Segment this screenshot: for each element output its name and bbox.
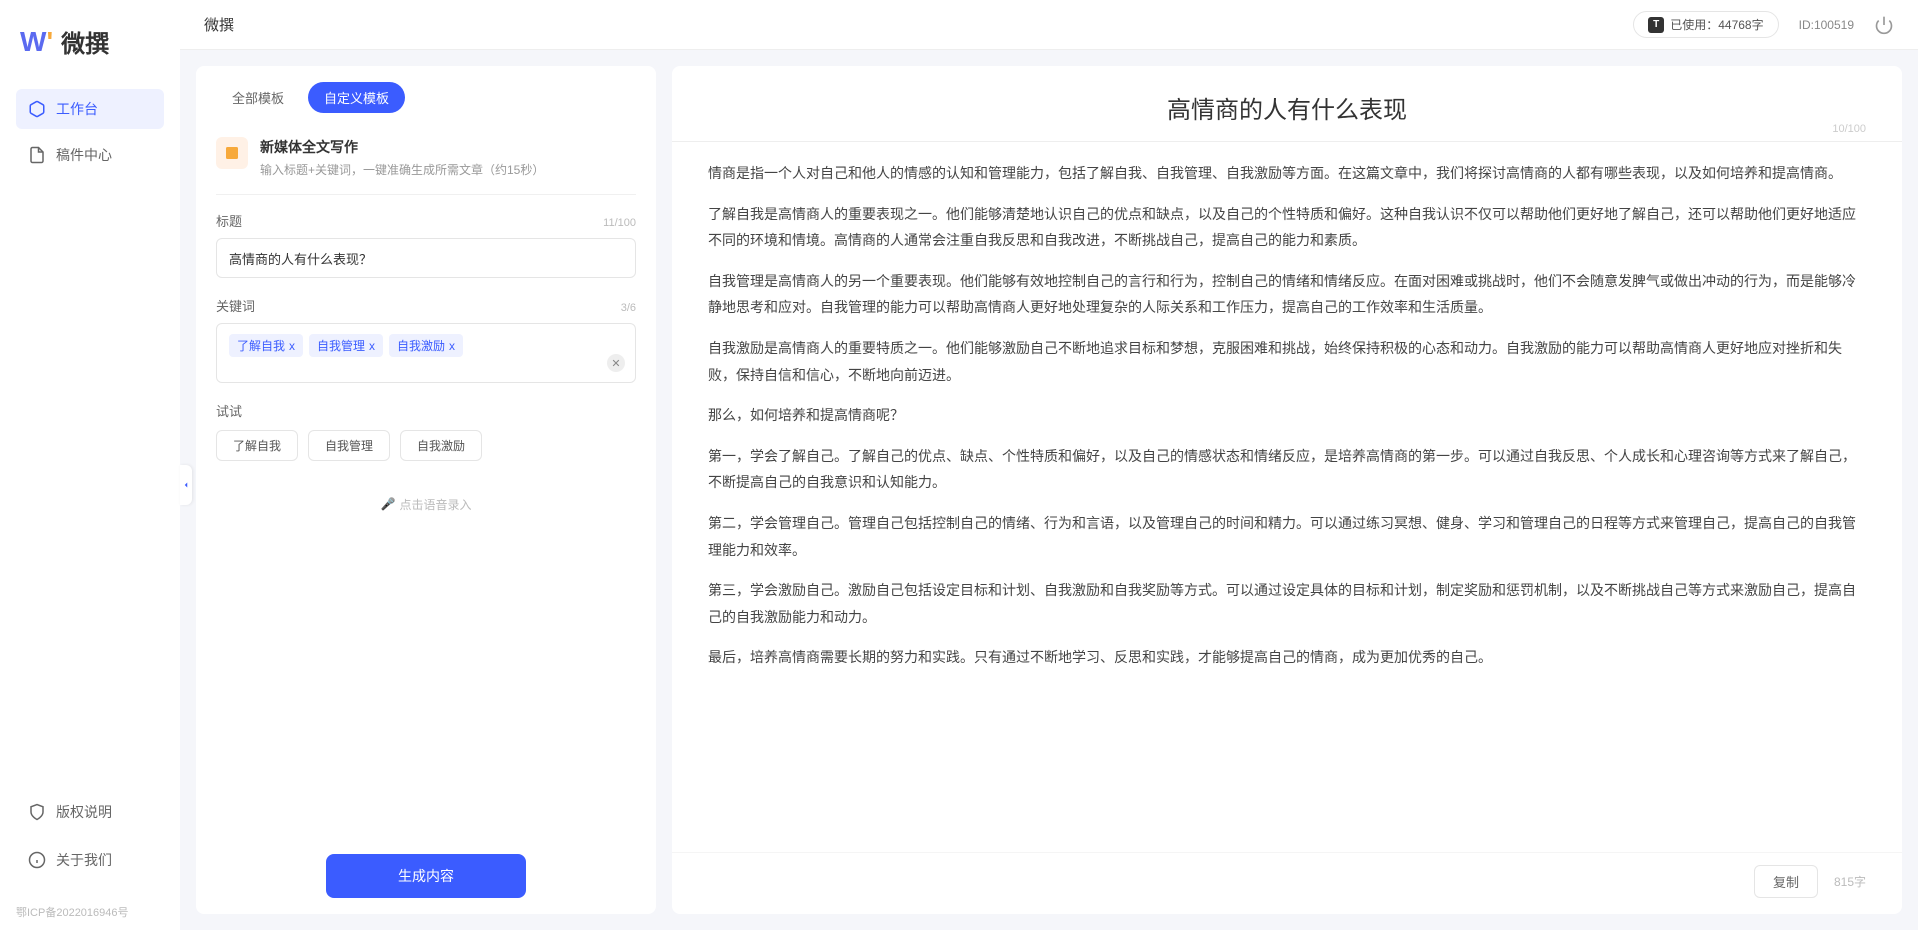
shield-icon (28, 803, 46, 821)
logo: W' 微撰 (0, 0, 180, 89)
template-desc: 输入标题+关键词，一键准确生成所需文章（约15秒） (260, 161, 544, 178)
template-tabs: 全部模板 自定义模板 (216, 82, 636, 113)
usage-text: 已使用：44768字 (1670, 16, 1763, 33)
keywords-input-box[interactable]: 了解自我 x 自我管理 x 自我激励 x ✕ (216, 323, 636, 383)
nav-label: 工作台 (56, 99, 98, 119)
output-paragraph: 第二，学会管理自己。管理自己包括控制自己的情绪、行为和言语，以及管理自己的时间和… (708, 510, 1866, 563)
input-panel: 全部模板 自定义模板 新媒体全文写作 输入标题+关键词，一键准确生成所需文章（约… (196, 66, 656, 914)
title-label: 标题 (216, 211, 242, 230)
content: 全部模板 自定义模板 新媒体全文写作 输入标题+关键词，一键准确生成所需文章（约… (180, 50, 1918, 930)
try-label: 试试 (216, 401, 636, 420)
output-paragraph: 第三，学会激励自己。激励自己包括设定目标和计划、自我激励和自我奖励等方式。可以通… (708, 577, 1866, 630)
nav-label: 版权说明 (56, 802, 112, 822)
copy-button[interactable]: 复制 (1754, 865, 1818, 898)
output-title-counter: 10/100 (1832, 123, 1866, 135)
output-body[interactable]: 情商是指一个人对自己和他人的情感的认知和管理能力，包括了解自我、自我管理、自我激… (672, 160, 1902, 852)
title-input[interactable] (216, 238, 636, 278)
nav-drafts[interactable]: 稿件中心 (16, 135, 164, 175)
tab-all-templates[interactable]: 全部模板 (216, 82, 300, 113)
sidebar-bottom: 版权说明 关于我们 (0, 776, 180, 904)
sidebar: W' 微撰 工作台 稿件中心 版权说明 (0, 0, 180, 930)
topbar-title: 微撰 (204, 14, 234, 35)
topbar: 微撰 T 已使用：44768字 ID:100519 (180, 0, 1918, 50)
voice-input-button[interactable]: 🎤 点击语音录入 (381, 496, 472, 513)
keywords-label: 关键词 (216, 296, 255, 315)
nav-label: 稿件中心 (56, 145, 112, 165)
keywords-field-group: 关键词 3/6 了解自我 x 自我管理 x 自我激励 x ✕ (216, 296, 636, 383)
keyword-tag[interactable]: 了解自我 x (229, 334, 303, 357)
output-paragraph: 自我激励是高情商人的重要特质之一。他们能够激励自己不断地追求目标和梦想，克服困难… (708, 335, 1866, 388)
output-title[interactable]: 高情商的人有什么表现 (708, 90, 1866, 125)
suggestions-group: 试试 了解自我自我管理自我激励 (216, 401, 636, 461)
title-field-group: 标题 11/100 (216, 211, 636, 278)
nav-label: 关于我们 (56, 850, 112, 870)
icp-text: 鄂ICP备2022016946号 (0, 904, 180, 930)
output-panel: 高情商的人有什么表现 10/100 情商是指一个人对自己和他人的情感的认知和管理… (672, 66, 1902, 914)
output-paragraph: 情商是指一个人对自己和他人的情感的认知和管理能力，包括了解自我、自我管理、自我激… (708, 160, 1866, 187)
main-nav: 工作台 稿件中心 (0, 89, 180, 776)
output-paragraph: 第一，学会了解自己。了解自己的优点、缺点、个性特质和偏好，以及自己的情感状态和情… (708, 443, 1866, 496)
power-icon[interactable] (1874, 15, 1894, 35)
template-icon (216, 137, 248, 169)
text-count-icon: T (1648, 17, 1664, 33)
nav-about[interactable]: 关于我们 (16, 840, 164, 880)
remove-tag-icon[interactable]: x (289, 339, 295, 353)
file-icon (28, 146, 46, 164)
clear-tags-button[interactable]: ✕ (607, 354, 625, 372)
suggestion-button[interactable]: 了解自我 (216, 430, 298, 461)
sidebar-collapse-handle[interactable] (180, 465, 192, 505)
remove-tag-icon[interactable]: x (449, 339, 455, 353)
user-id: ID:100519 (1799, 18, 1854, 32)
template-title: 新媒体全文写作 (260, 137, 544, 157)
logo-text: 微撰 (61, 24, 109, 59)
mic-icon: 🎤 (381, 497, 396, 511)
cube-icon (28, 100, 46, 118)
keyword-tag[interactable]: 自我管理 x (309, 334, 383, 357)
logo-mark-icon: W' (20, 26, 53, 58)
output-paragraph: 了解自我是高情商人的重要表现之一。他们能够清楚地认识自己的优点和缺点，以及自己的… (708, 201, 1866, 254)
nav-workbench[interactable]: 工作台 (16, 89, 164, 129)
nav-copyright[interactable]: 版权说明 (16, 792, 164, 832)
suggestion-button[interactable]: 自我管理 (308, 430, 390, 461)
keywords-counter: 3/6 (621, 302, 636, 314)
output-footer: 复制 815字 (672, 852, 1902, 898)
remove-tag-icon[interactable]: x (369, 339, 375, 353)
template-header: 新媒体全文写作 输入标题+关键词，一键准确生成所需文章（约15秒） (216, 129, 636, 195)
tab-custom-template[interactable]: 自定义模板 (308, 82, 405, 113)
suggestion-button[interactable]: 自我激励 (400, 430, 482, 461)
info-icon (28, 851, 46, 869)
char-count: 815字 (1834, 873, 1866, 890)
title-counter: 11/100 (603, 217, 636, 229)
output-paragraph: 自我管理是高情商人的另一个重要表现。他们能够有效地控制自己的言行和行为，控制自己… (708, 268, 1866, 321)
main: 微撰 T 已使用：44768字 ID:100519 全部模板 自定义模板 (180, 0, 1918, 930)
generate-button[interactable]: 生成内容 (326, 854, 526, 898)
keyword-tag[interactable]: 自我激励 x (389, 334, 463, 357)
output-paragraph: 那么，如何培养和提高情商呢？ (708, 402, 1866, 429)
output-paragraph: 最后，培养高情商需要长期的努力和实践。只有通过不断地学习、反思和实践，才能够提高… (708, 644, 1866, 671)
usage-badge[interactable]: T 已使用：44768字 (1633, 11, 1778, 38)
